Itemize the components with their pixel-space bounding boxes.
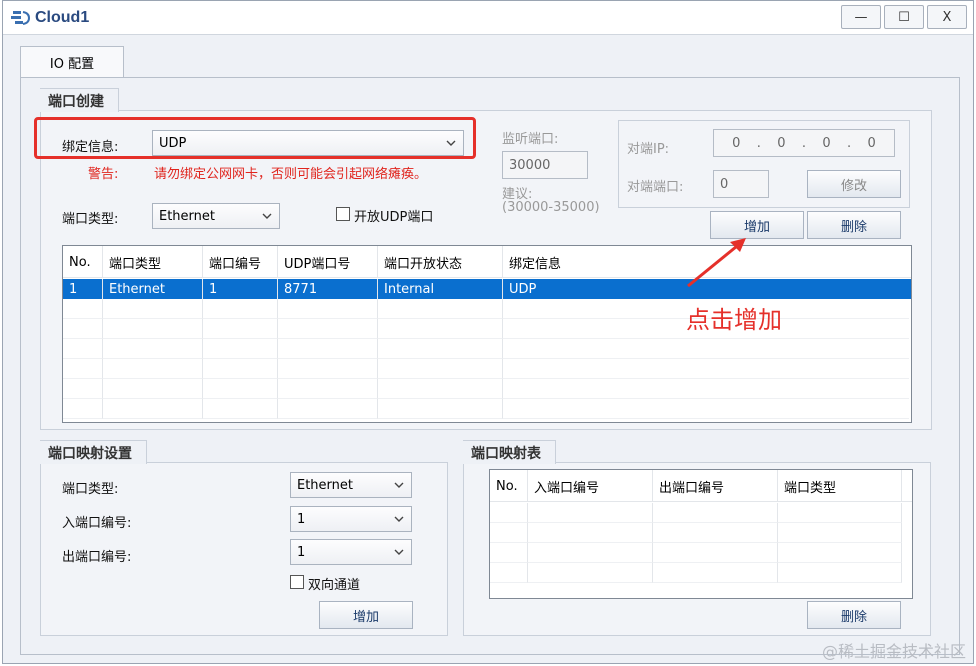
col-no: No. — [490, 470, 528, 502]
empty-row — [63, 339, 911, 359]
ip-dot: . — [847, 135, 852, 151]
empty-row — [490, 543, 912, 563]
port-type-value: Ethernet — [159, 208, 215, 224]
title-bar: Cloud1 — ☐ X — [3, 1, 973, 35]
in-port-value: 1 — [297, 511, 306, 527]
map-port-type-label: 端口类型: — [62, 482, 119, 497]
peer-ip-octet-2: 0 — [777, 135, 786, 151]
out-port-value: 1 — [297, 544, 306, 560]
col-out-port: 出端口编号 — [653, 470, 778, 502]
col-port-type: 端口类型 — [103, 246, 203, 278]
warning-label: 警告: — [88, 167, 119, 182]
peer-ip-label: 对端IP: — [627, 142, 670, 157]
col-open-status: 端口开放状态 — [378, 246, 503, 278]
peer-port-label: 对端端口: — [627, 180, 684, 195]
cloud-app-icon — [11, 11, 31, 25]
peer-ip-input[interactable]: 0. 0. 0. 0 — [713, 129, 895, 157]
chevron-down-icon — [394, 482, 404, 488]
ip-dot: . — [801, 135, 807, 151]
peer-port-input[interactable]: 0 — [713, 170, 769, 198]
col-udp-port: UDP端口号 — [278, 246, 378, 278]
cell-no: 1 — [63, 279, 103, 299]
port-type-label: 端口类型: — [62, 212, 119, 227]
port-map-settings-title: 端口映射设置 — [40, 440, 147, 464]
chevron-down-icon — [394, 549, 404, 555]
out-port-label: 出端口编号: — [62, 550, 132, 565]
map-delete-button[interactable]: 删除 — [807, 601, 901, 629]
map-add-button[interactable]: 增加 — [319, 601, 413, 629]
empty-row — [63, 359, 911, 379]
out-port-select[interactable]: 1 — [290, 539, 412, 565]
port-type-select[interactable]: Ethernet — [152, 203, 280, 229]
port-map-table-title: 端口映射表 — [463, 440, 556, 464]
cell-port-type: Ethernet — [103, 279, 203, 299]
bidirectional-checkbox[interactable] — [290, 575, 304, 589]
peer-ip-octet-1: 0 — [732, 135, 741, 151]
listen-port-label: 监听端口: — [502, 132, 559, 147]
empty-row — [490, 563, 912, 583]
watermark: @稀土掘金技术社区 — [821, 642, 966, 661]
empty-row — [63, 379, 911, 399]
col-in-port: 入端口编号 — [528, 470, 653, 502]
delete-button[interactable]: 删除 — [807, 211, 901, 239]
window-title: Cloud1 — [35, 9, 90, 26]
bidirectional-label: 双向通道 — [308, 578, 361, 593]
col-no: No. — [63, 246, 103, 278]
tab-io-config[interactable]: IO 配置 — [20, 46, 124, 78]
chevron-down-icon — [262, 213, 272, 219]
in-port-label: 入端口编号: — [62, 516, 132, 531]
modify-button[interactable]: 修改 — [807, 170, 901, 198]
port-table: No. 端口类型 端口编号 UDP端口号 端口开放状态 绑定信息 1 Ether… — [62, 245, 912, 423]
peer-ip-octet-3: 0 — [822, 135, 831, 151]
empty-row — [490, 523, 912, 543]
empty-row — [63, 399, 911, 419]
annotation-arrow-icon — [687, 238, 746, 288]
cell-port-number: 1 — [203, 279, 278, 299]
port-map-table: No. 入端口编号 出端口编号 端口类型 — [489, 469, 913, 599]
listen-port-input[interactable]: 30000 — [502, 151, 588, 179]
port-table-header: No. 端口类型 端口编号 UDP端口号 端口开放状态 绑定信息 — [63, 246, 911, 278]
map-port-type-select[interactable]: Ethernet — [290, 472, 412, 498]
maximize-button[interactable]: ☐ — [884, 5, 924, 29]
suggest-range: (30000-35000) — [502, 200, 600, 215]
peer-ip-octet-4: 0 — [867, 135, 876, 151]
ip-dot: . — [756, 135, 761, 151]
open-udp-label: 开放UDP端口 — [354, 210, 434, 225]
empty-row — [490, 503, 912, 523]
chevron-down-icon — [394, 516, 404, 522]
col-port-number: 端口编号 — [203, 246, 278, 278]
close-button[interactable]: X — [927, 5, 967, 29]
map-port-type-value: Ethernet — [297, 477, 353, 493]
cell-udp-port: 8771 — [278, 279, 378, 299]
port-map-table-header: No. 入端口编号 出端口编号 端口类型 — [490, 470, 912, 502]
annotation-text: 点击增加 — [686, 306, 782, 334]
empty-row — [63, 299, 911, 319]
cell-open-status: Internal — [378, 279, 503, 299]
col-port-type: 端口类型 — [778, 470, 902, 502]
open-udp-checkbox[interactable] — [336, 207, 350, 221]
table-row[interactable]: 1 Ethernet 1 8771 Internal UDP — [63, 279, 911, 299]
highlight-box — [34, 117, 476, 159]
empty-row — [63, 319, 911, 339]
in-port-select[interactable]: 1 — [290, 506, 412, 532]
port-create-title: 端口创建 — [40, 88, 119, 112]
minimize-button[interactable]: — — [841, 5, 881, 29]
warning-text: 请勿绑定公网网卡，否则可能会引起网络瘫痪。 — [154, 167, 428, 182]
